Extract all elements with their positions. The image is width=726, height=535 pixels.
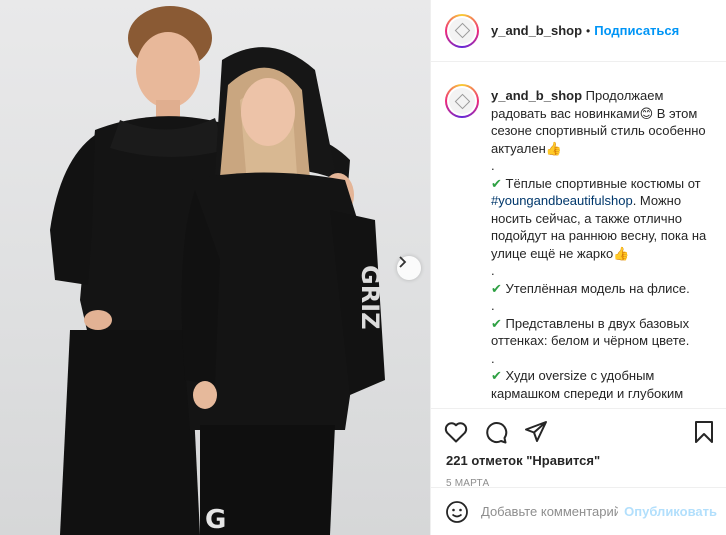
action-icons <box>443 415 717 449</box>
comment-input[interactable] <box>481 504 619 519</box>
heart-icon <box>444 422 468 443</box>
caption-line: Утеплённая модель на флисе. <box>505 280 690 296</box>
likes-number: 221 <box>446 453 468 468</box>
header-username[interactable]: y_and_b_shop <box>491 23 582 38</box>
comment-button[interactable] <box>483 419 509 445</box>
caption: y_and_b_shop Продолжаем радовать вас нов… <box>445 84 717 400</box>
caption-separator: . <box>491 158 495 173</box>
likes-label: отметок "Нравится" <box>471 453 601 468</box>
bookmark-icon <box>695 421 713 443</box>
caption-separator: . <box>491 350 495 366</box>
check-mark-icon: ✔ <box>491 280 502 296</box>
svg-text:GRIZ: GRIZ <box>356 265 384 330</box>
caption-separator: . <box>491 263 495 278</box>
caption-line: Представлены в двух базовых оттенках: бе… <box>491 315 690 349</box>
likes-count[interactable]: 221 отметок "Нравится" <box>446 453 717 468</box>
post-header: y_and_b_shop • Подписаться <box>431 0 726 62</box>
smiley-icon[interactable] <box>445 500 469 524</box>
brand-logo-icon <box>454 93 470 109</box>
caption-separator: . <box>491 298 495 313</box>
hashtag-link[interactable]: #youngandbeautifulshop <box>491 193 633 208</box>
post-photo[interactable]: GRIZ G <box>0 0 430 535</box>
avatar[interactable] <box>445 13 479 48</box>
caption-text: y_and_b_shop Продолжаем радовать вас нов… <box>491 87 715 400</box>
comment-icon <box>486 422 508 444</box>
svg-text:G: G <box>205 505 226 535</box>
follow-button[interactable]: Подписаться <box>594 23 679 38</box>
post-actions: 221 отметок "Нравится" 5 МАРТА <box>431 408 726 489</box>
post-sidebar: y_and_b_shop • Подписаться y_and_b_shop … <box>430 0 726 535</box>
chevron-right-icon <box>399 256 407 268</box>
paper-plane-icon <box>525 421 547 442</box>
brand-logo-icon <box>454 22 470 39</box>
caption-username[interactable]: y_and_b_shop <box>491 88 582 103</box>
comments-area[interactable]: y_and_b_shop Продолжаем радовать вас нов… <box>431 70 726 400</box>
like-button[interactable] <box>443 419 469 445</box>
check-mark-icon: ✔ <box>491 368 502 383</box>
caption-line: Худи oversize с удобным кармашком сперед… <box>491 368 684 400</box>
photo-illustration: GRIZ G <box>50 6 385 535</box>
save-button[interactable] <box>691 419 717 445</box>
share-button[interactable] <box>523 419 549 445</box>
caption-line: Тёплые спортивные костюмы от <box>505 175 701 191</box>
publish-button[interactable]: Опубликовать <box>624 504 717 519</box>
add-comment-bar: Опубликовать <box>431 487 726 535</box>
separator-dot: • <box>586 23 591 38</box>
next-photo-button[interactable] <box>397 256 421 280</box>
check-mark-icon: ✔ <box>491 175 502 191</box>
check-mark-icon: ✔ <box>491 315 502 331</box>
caption-avatar[interactable] <box>445 84 479 118</box>
